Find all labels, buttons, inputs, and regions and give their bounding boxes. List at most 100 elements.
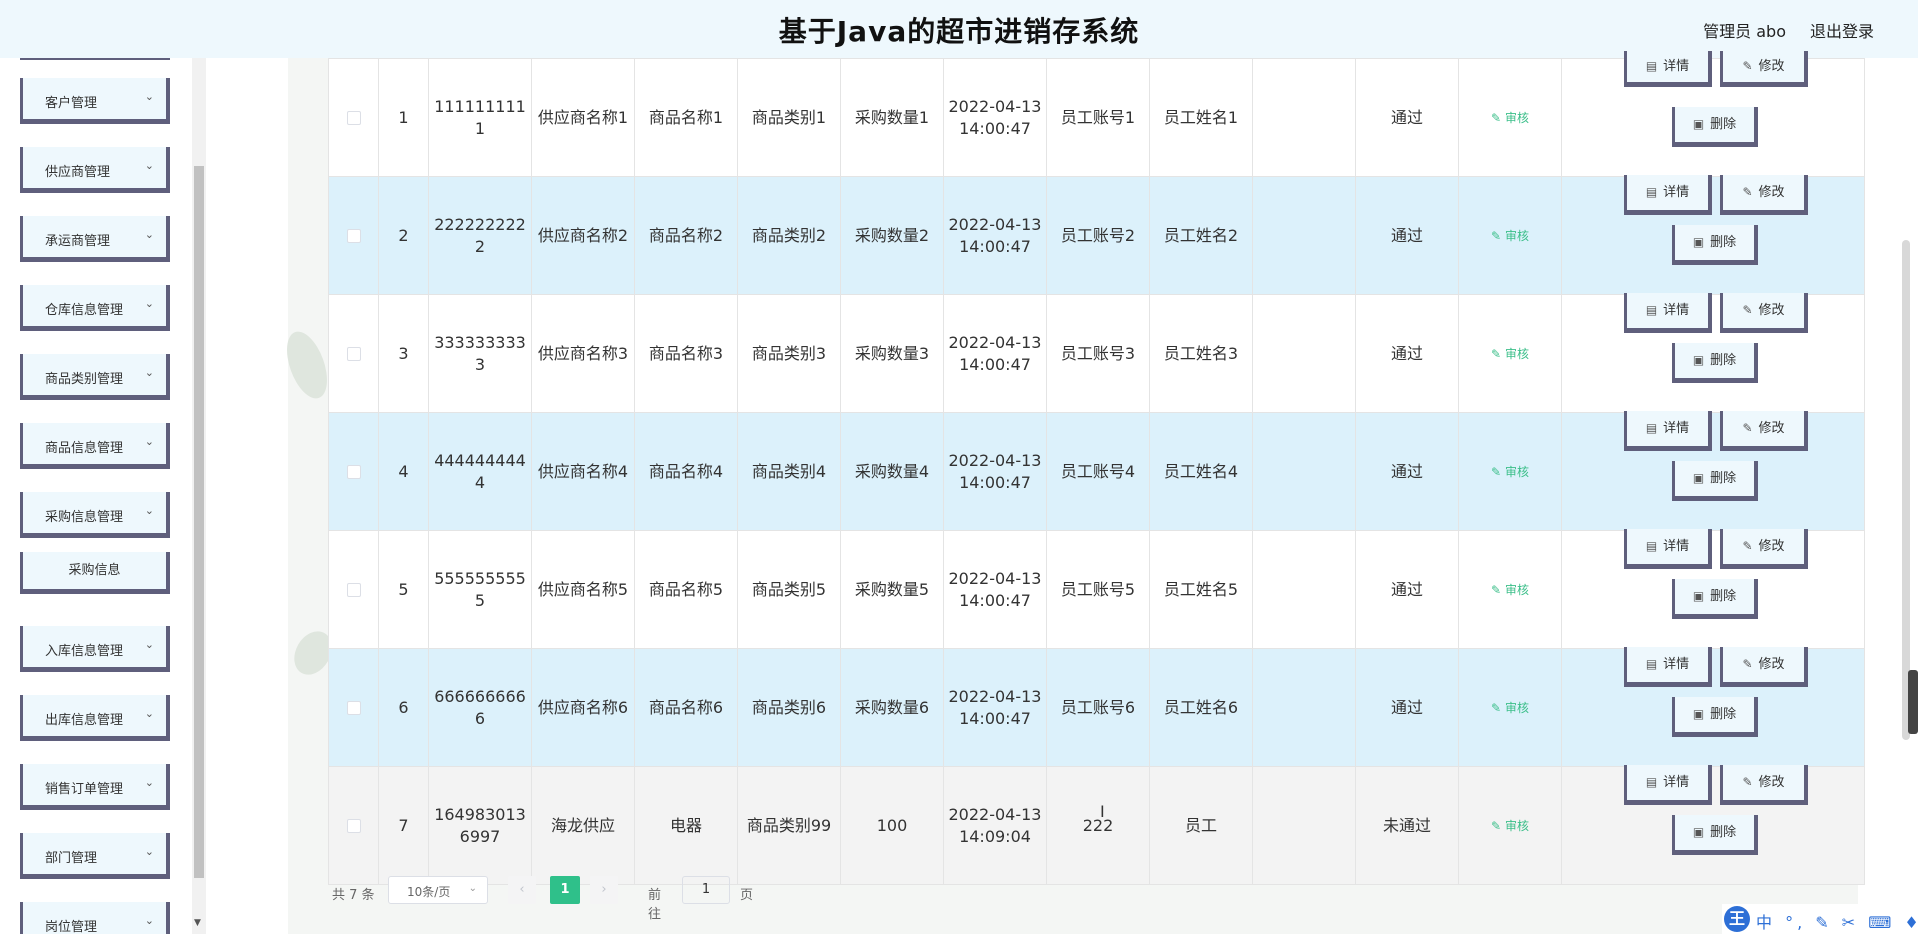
detail-button[interactable]: ▤ 详情 xyxy=(1624,51,1712,87)
row-remark xyxy=(1252,648,1356,767)
ime-tools[interactable]: 中 °, ✎ ✂ ⌨ ♦ ⚙ xyxy=(1756,909,1918,933)
edit-pen-icon: ✎ xyxy=(1742,303,1753,317)
sidebar-scrollbar-thumb[interactable] xyxy=(194,166,204,878)
row-checkbox[interactable] xyxy=(346,819,361,833)
row-supplier: 供应商名称2 xyxy=(531,176,635,295)
trash-icon: ▣ xyxy=(1692,825,1705,839)
row-checkbox[interactable] xyxy=(346,347,361,361)
row-product: 商品名称6 xyxy=(634,648,738,767)
delete-button[interactable]: ▣ 删除 xyxy=(1672,107,1758,147)
row-status: 通过 xyxy=(1355,176,1459,295)
delete-button[interactable]: ▣ 删除 xyxy=(1672,579,1758,619)
audit-link[interactable]: ✎ 审核 xyxy=(1491,701,1529,715)
detail-button[interactable]: ▤ 详情 xyxy=(1624,411,1712,451)
sidebar-item-label: 采购信息管理 xyxy=(45,510,124,525)
row-checkbox[interactable] xyxy=(346,111,361,125)
audit-link[interactable]: ✎ 审核 xyxy=(1491,229,1529,243)
ime-toolbar[interactable]: 王 中 °, ✎ ✂ ⌨ ♦ ⚙ xyxy=(1722,904,1918,934)
side-widget[interactable] xyxy=(1908,670,1918,734)
row-product: 电器 xyxy=(634,766,738,885)
row-purchase-no: 1111111111 xyxy=(428,58,532,177)
sidebar-subitem-purchase-info[interactable]: 采购信息 xyxy=(20,552,170,594)
row-category: 商品类别5 xyxy=(737,530,841,649)
sidebar-item-purchase[interactable]: 采购信息管理 ⌄ xyxy=(20,492,170,538)
row-supplier: 供应商名称6 xyxy=(531,648,635,767)
delete-button[interactable]: ▣ 删除 xyxy=(1672,815,1758,855)
sidebar-item-customer[interactable]: 客户管理 ⌄ xyxy=(20,78,170,124)
sidebar-item-department[interactable]: 部门管理 ⌄ xyxy=(20,833,170,879)
chevron-down-icon: ⌄ xyxy=(144,845,154,858)
row-checkbox[interactable] xyxy=(346,465,361,479)
audit-link[interactable]: ✎ 审核 xyxy=(1491,111,1529,125)
row-quantity: 采购数量1 xyxy=(840,58,944,177)
detail-button[interactable]: ▤ 详情 xyxy=(1624,293,1712,333)
detail-button[interactable]: ▤ 详情 xyxy=(1624,529,1712,569)
sidebar-item-sales[interactable]: 销售订单管理 ⌄ xyxy=(20,764,170,810)
row-time: 2022-04-13 14:00:47 xyxy=(943,176,1047,295)
delete-button[interactable]: ▣ 删除 xyxy=(1672,343,1758,383)
edit-pen-icon: ✎ xyxy=(1742,185,1753,199)
row-actions: ▤ 详情 ✎ 修改 ▣ 删除 xyxy=(1566,765,1860,884)
sidebar-item-outbound[interactable]: 出库信息管理 ⌄ xyxy=(20,695,170,741)
edit-button[interactable]: ✎ 修改 xyxy=(1720,765,1808,805)
sidebar-item-position[interactable]: 岗位管理 ⌄ xyxy=(20,902,170,934)
trash-icon: ▣ xyxy=(1692,707,1705,721)
detail-button[interactable]: ▤ 详情 xyxy=(1624,175,1712,215)
sidebar-item-label: 岗位管理 xyxy=(45,920,98,934)
row-checkbox[interactable] xyxy=(346,229,361,243)
page-number-button[interactable]: 1 xyxy=(550,876,580,904)
sidebar-item-warehouse[interactable]: 仓库信息管理 ⌄ xyxy=(20,285,170,331)
edit-button[interactable]: ✎ 修改 xyxy=(1720,647,1808,687)
sidebar: 客户管理 ⌄ 供应商管理 ⌄ 承运商管理 ⌄ 仓库信息管理 ⌄ 商品类别管理 ⌄ 商品信息… xyxy=(0,58,206,934)
prev-page-button[interactable]: ‹ xyxy=(508,876,536,904)
detail-button[interactable]: ▤ 详情 xyxy=(1624,765,1712,805)
scroll-down-arrow-icon[interactable]: ▼ xyxy=(194,918,201,928)
chevron-down-icon: ⌄ xyxy=(144,638,154,651)
row-purchase-no: 1649830136997 xyxy=(428,766,532,885)
row-supplier: 供应商名称1 xyxy=(531,58,635,177)
row-category: 商品类别99 xyxy=(737,766,841,885)
row-checkbox[interactable] xyxy=(346,701,361,715)
row-category: 商品类别2 xyxy=(737,176,841,295)
row-actions: ▤ 详情 ✎ 修改 ▣ 删除 xyxy=(1566,647,1860,766)
sidebar-item-inbound[interactable]: 入库信息管理 ⌄ xyxy=(20,626,170,672)
row-account: 员工账号6 xyxy=(1046,648,1150,767)
edit-button[interactable]: ✎ 修改 xyxy=(1720,175,1808,215)
row-supplier: 供应商名称3 xyxy=(531,294,635,413)
detail-button[interactable]: ▤ 详情 xyxy=(1624,647,1712,687)
delete-button[interactable]: ▣ 删除 xyxy=(1672,461,1758,501)
edit-button[interactable]: ✎ 修改 xyxy=(1720,411,1808,451)
edit-button[interactable]: ✎ 修改 xyxy=(1720,529,1808,569)
sidebar-item-supplier[interactable]: 供应商管理 ⌄ xyxy=(20,147,170,193)
table-row: 3 3333333333 供应商名称3 商品名称3 商品类别3 采购数量3 20… xyxy=(328,293,1865,413)
logout-link[interactable]: 退出登录 xyxy=(1810,18,1874,42)
ime-logo-icon[interactable]: 王 xyxy=(1724,906,1750,932)
delete-button[interactable]: ▣ 删除 xyxy=(1672,225,1758,265)
row-time: 2022-04-13 14:00:47 xyxy=(943,648,1047,767)
row-checkbox[interactable] xyxy=(346,583,361,597)
audit-link[interactable]: ✎ 审核 xyxy=(1491,819,1529,833)
page-scrollbar[interactable] xyxy=(1902,240,1910,740)
document-icon: ▤ xyxy=(1645,303,1658,317)
audit-link[interactable]: ✎ 审核 xyxy=(1491,465,1529,479)
edit-button[interactable]: ✎ 修改 xyxy=(1720,51,1808,87)
row-employee-name: 员工姓名2 xyxy=(1149,176,1253,295)
audit-link[interactable]: ✎ 审核 xyxy=(1491,583,1529,597)
row-supplier: 供应商名称4 xyxy=(531,412,635,531)
goto-page-input[interactable]: 1 xyxy=(682,876,730,904)
edit-pen-icon: ✎ xyxy=(1491,819,1502,833)
next-page-button[interactable]: › xyxy=(590,876,618,904)
trash-icon: ▣ xyxy=(1692,353,1705,367)
row-product: 商品名称3 xyxy=(634,294,738,413)
trash-icon: ▣ xyxy=(1692,589,1705,603)
row-remark xyxy=(1252,176,1356,295)
sidebar-item-carrier[interactable]: 承运商管理 ⌄ xyxy=(20,216,170,262)
current-user: 管理员 abo xyxy=(1703,22,1786,41)
delete-button[interactable]: ▣ 删除 xyxy=(1672,697,1758,737)
page-size-select[interactable]: 10条/页 ⌄ xyxy=(388,876,488,904)
sidebar-item-product[interactable]: 商品信息管理 ⌄ xyxy=(20,423,170,469)
edit-pen-icon: ✎ xyxy=(1491,111,1502,125)
sidebar-item-category[interactable]: 商品类别管理 ⌄ xyxy=(20,354,170,400)
audit-link[interactable]: ✎ 审核 xyxy=(1491,347,1529,361)
edit-button[interactable]: ✎ 修改 xyxy=(1720,293,1808,333)
